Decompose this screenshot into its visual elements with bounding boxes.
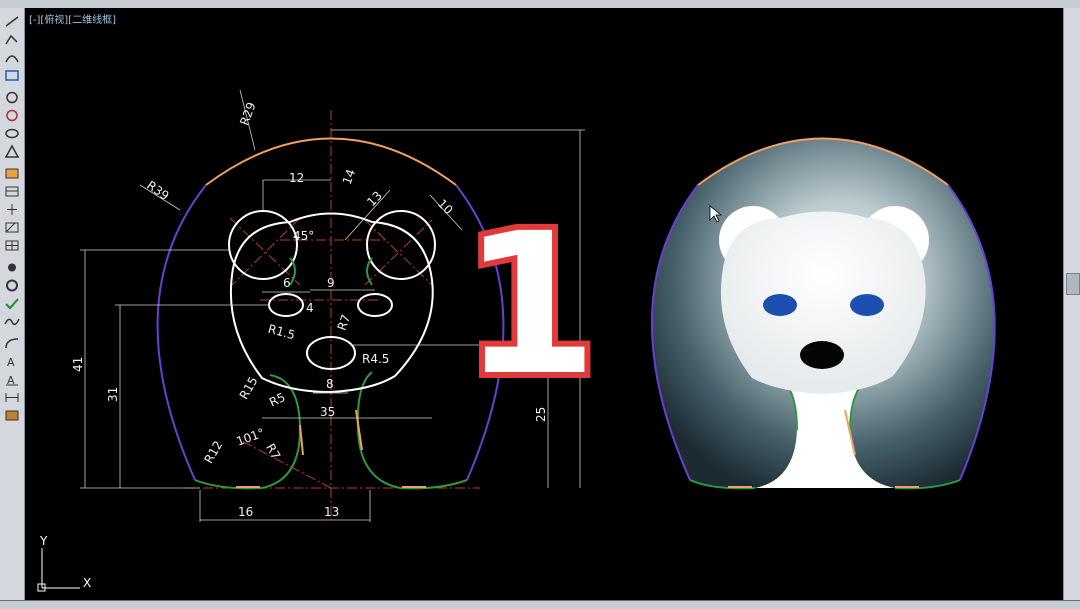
dim-31: 31 bbox=[106, 387, 120, 402]
dim-12: 12 bbox=[289, 171, 304, 185]
dim-8: 8 bbox=[326, 377, 334, 391]
dim-r29: R29 bbox=[237, 100, 258, 127]
ellipse-tool-icon[interactable] bbox=[3, 126, 21, 141]
rectangle-tool-icon[interactable] bbox=[3, 68, 21, 83]
drawing-canvas: R29 R39 12 14 13 10 45° 6 9 4 R7 R1.5 R4… bbox=[37, 89, 996, 592]
outer-arc-left bbox=[156, 184, 207, 481]
dim-r39: R39 bbox=[144, 178, 171, 203]
insert-block-icon[interactable] bbox=[3, 166, 21, 181]
dim-14: 14 bbox=[340, 167, 358, 186]
dim-9: 9 bbox=[327, 276, 335, 290]
eye-left bbox=[268, 293, 304, 317]
dim-4: 4 bbox=[306, 301, 314, 315]
dim-10: 10 bbox=[435, 197, 456, 218]
scroll-thumb[interactable] bbox=[1066, 273, 1080, 295]
dim-r7: R7 bbox=[335, 313, 354, 333]
properties-tool-icon[interactable] bbox=[3, 408, 21, 423]
ucs-y-label: Y bbox=[39, 534, 48, 548]
draw-toolbar: A A bbox=[0, 8, 25, 600]
eye-right bbox=[357, 293, 393, 317]
dim-13-bottom: 13 bbox=[324, 505, 339, 519]
badge-number: 1 bbox=[462, 191, 598, 418]
triangle-tool-icon[interactable] bbox=[3, 144, 21, 159]
neck-right bbox=[356, 371, 401, 489]
rendered-eye-right bbox=[850, 294, 884, 316]
single-line-text-icon[interactable]: A bbox=[3, 372, 21, 387]
dim-16: 16 bbox=[238, 505, 253, 519]
dim-35: 35 bbox=[320, 405, 335, 419]
ear-left bbox=[228, 210, 298, 280]
rendered-bear bbox=[650, 137, 996, 490]
spline-tool-icon[interactable] bbox=[3, 314, 21, 329]
bear-head bbox=[229, 212, 434, 394]
ucs-x-label: X bbox=[83, 576, 91, 590]
table-tool-icon[interactable] bbox=[3, 238, 21, 253]
episode-number-badge: 1 1 bbox=[456, 185, 604, 424]
curve-tool-icon[interactable] bbox=[3, 336, 21, 351]
line-tool-icon[interactable] bbox=[3, 14, 21, 29]
dim-45deg: 45° bbox=[293, 229, 314, 243]
dim-r1-5: R1.5 bbox=[267, 322, 297, 343]
dim-6: 6 bbox=[283, 276, 291, 290]
point-tool-icon[interactable] bbox=[3, 202, 21, 217]
dim-r12: R12 bbox=[201, 438, 225, 465]
rendered-eye-left bbox=[763, 294, 797, 316]
polyline-tool-icon[interactable] bbox=[3, 32, 21, 47]
circle-tool-icon[interactable] bbox=[3, 90, 21, 105]
dim-r4-5: R4.5 bbox=[362, 352, 389, 366]
revision-cloud-icon[interactable] bbox=[3, 108, 21, 123]
right-scrollbar[interactable] bbox=[1063, 8, 1080, 600]
multiline-text-icon[interactable]: A bbox=[3, 354, 21, 369]
dim-r7-b: R7 bbox=[263, 441, 283, 462]
arc-tool-icon[interactable] bbox=[3, 50, 21, 65]
ear-right bbox=[366, 210, 436, 280]
dim-13: 13 bbox=[364, 188, 385, 209]
check-tool-icon[interactable] bbox=[3, 296, 21, 311]
drawing-viewport[interactable]: [-][俯视][二维线框] R29 R39 12 14 13 10 45° 6 … bbox=[25, 8, 1063, 600]
rendered-nose bbox=[800, 341, 844, 369]
dimension-tool-icon[interactable] bbox=[3, 390, 21, 405]
dim-r15: R15 bbox=[237, 374, 261, 401]
ear-left-inner bbox=[289, 257, 296, 286]
dim-r5: R5 bbox=[267, 390, 287, 409]
donut-tool-icon[interactable] bbox=[3, 278, 21, 293]
make-block-icon[interactable] bbox=[3, 184, 21, 199]
region-tool-icon[interactable] bbox=[3, 260, 21, 275]
dim-41: 41 bbox=[71, 357, 85, 372]
hatch-tool-icon[interactable] bbox=[3, 220, 21, 235]
ucs-icon: Y X bbox=[37, 534, 91, 592]
svg-text:A: A bbox=[7, 356, 15, 369]
